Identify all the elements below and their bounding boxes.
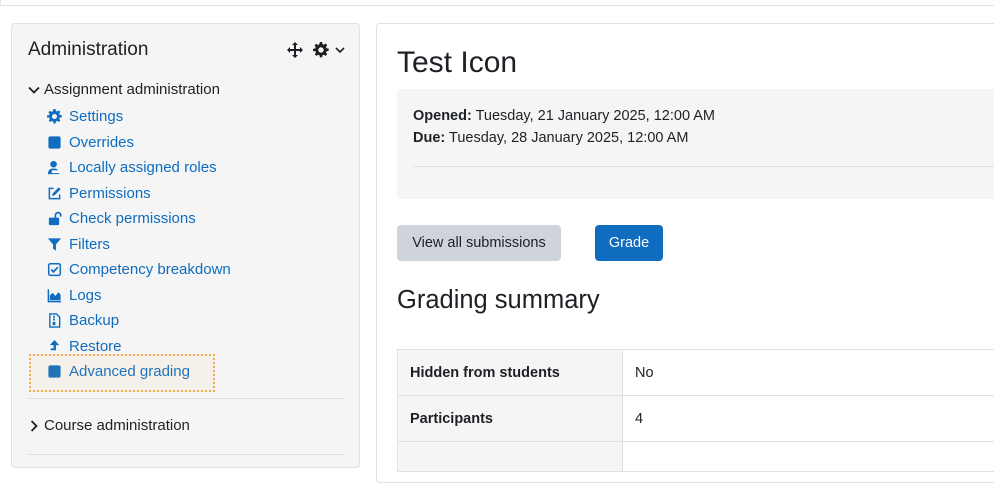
filter-icon [46,236,62,252]
assignment-administration-label: Assignment administration [44,81,220,98]
course-administration-toggle[interactable]: Course administration [28,417,190,434]
row-label: Participants [398,396,623,442]
nav-item-label: Restore [69,338,122,355]
user-tag-icon [46,160,62,176]
block-actions [277,42,345,58]
opened-date: Opened: Tuesday, 21 January 2025, 12:00 … [413,108,715,124]
opened-label: Opened: [413,108,472,124]
square-icon [46,134,62,150]
nav-item-logs[interactable]: Logs [46,283,231,309]
file-zip-icon [46,313,62,329]
divider [413,166,994,167]
nav-item-check-permissions[interactable]: Check permissions [46,206,231,232]
nav-item-overrides[interactable]: Overrides [46,130,231,156]
nav-item-locally-assigned-roles[interactable]: Locally assigned roles [46,155,231,181]
nav-item-label: Competency breakdown [69,261,231,278]
nav-item-label: Overrides [69,134,134,151]
nav-item-label: Logs [69,287,102,304]
due-date: Due: Tuesday, 28 January 2025, 12:00 AM [413,130,688,146]
chart-area-icon [46,287,62,303]
chevron-down-icon [28,84,40,96]
nav-item-advanced-grading[interactable]: Advanced grading [46,359,231,385]
row-value: No [623,350,994,396]
nav-item-competency-breakdown[interactable]: Competency breakdown [46,257,231,283]
due-label: Due: [413,130,445,146]
course-administration-label: Course administration [44,417,190,434]
square-icon [46,364,62,380]
block-title: Administration [28,39,148,61]
opened-value: Tuesday, 21 January 2025, 12:00 AM [476,108,715,124]
nav-item-label: Backup [69,312,119,329]
chevron-down-icon[interactable] [335,42,345,58]
grading-summary-table: Hidden from students No Participants 4 [397,349,994,472]
chevron-right-icon [28,420,40,432]
activity-dates: Opened: Tuesday, 21 January 2025, 12:00 … [397,89,994,199]
move-icon[interactable] [287,42,303,58]
nav-item-label: Advanced grading [69,363,190,380]
nav-item-backup[interactable]: Backup [46,308,231,334]
grade-button[interactable]: Grade [595,225,663,261]
gear-icon [46,109,62,125]
top-bar-edge [0,0,994,6]
table-row: Hidden from students No [398,350,994,396]
unlock-icon [46,211,62,227]
arrow-up-icon [46,338,62,354]
row-value: 4 [623,396,994,442]
check-square-icon [46,262,62,278]
nav-item-label: Filters [69,236,110,253]
grading-summary-title: Grading summary [397,286,600,315]
nav-item-restore[interactable]: Restore [46,334,231,360]
nav-item-label: Settings [69,108,123,125]
pencil-square-icon [46,185,62,201]
view-all-submissions-button[interactable]: View all submissions [397,225,561,261]
nav-item-permissions[interactable]: Permissions [46,181,231,207]
administration-block: Administration Assignment administration… [11,23,360,468]
nav-item-label: Permissions [69,185,151,202]
row-label: Hidden from students [398,350,623,396]
gear-icon[interactable] [313,42,329,58]
assignment-administration-toggle[interactable]: Assignment administration [28,81,220,98]
table-row: Participants 4 [398,396,994,442]
main-content: Test Icon Opened: Tuesday, 21 January 20… [376,23,994,483]
nav-item-label: Locally assigned roles [69,159,217,176]
assignment-admin-list: Settings Overrides Locally assigned role… [46,104,231,385]
page-title: Test Icon [397,46,517,80]
divider [28,454,344,455]
nav-item-settings[interactable]: Settings [46,104,231,130]
nav-item-filters[interactable]: Filters [46,232,231,258]
divider [28,398,344,399]
due-value: Tuesday, 28 January 2025, 12:00 AM [449,130,688,146]
nav-item-label: Check permissions [69,210,196,227]
